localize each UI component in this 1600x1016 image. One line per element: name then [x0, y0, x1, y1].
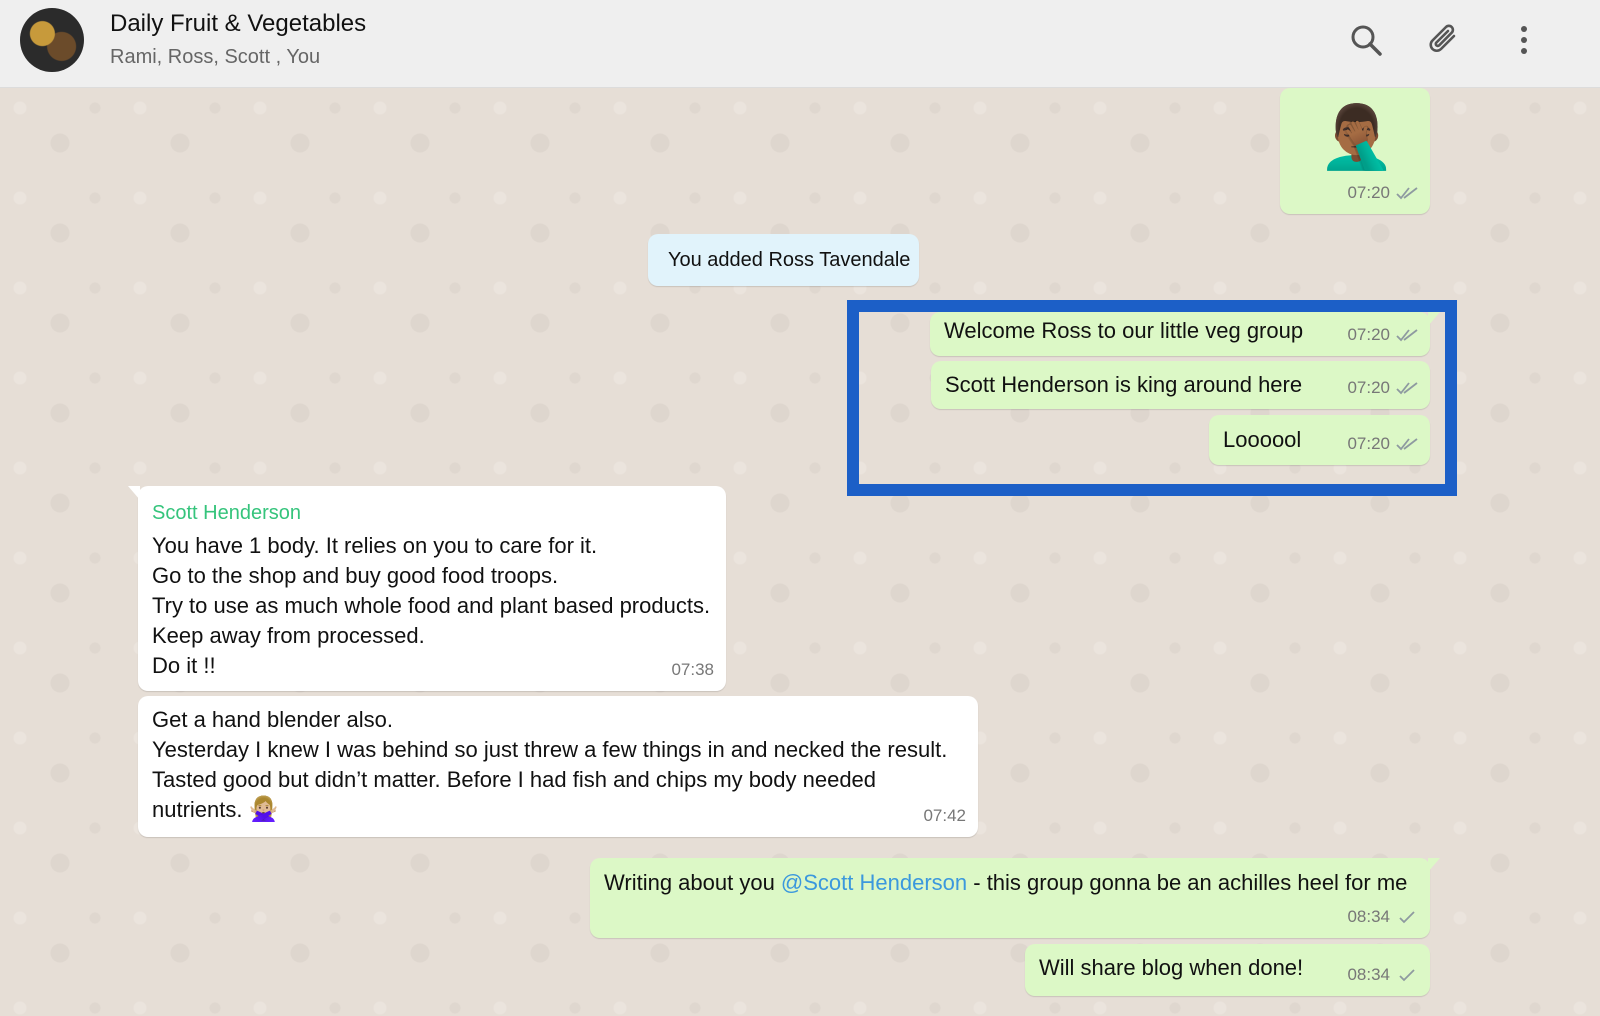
message-outgoing[interactable]: Will share blog when done! 08:34 — [1025, 944, 1430, 996]
message-incoming[interactable]: Get a hand blender also. Yesterday I kne… — [138, 696, 978, 837]
message-meta: 07:42 — [923, 801, 966, 831]
message-text: Will share blog when done! — [1039, 955, 1304, 980]
message-meta: 07:20 — [1347, 429, 1418, 459]
message-line: Do it !! — [152, 653, 216, 678]
message-time: 08:34 — [1347, 907, 1390, 926]
message-text-part: Writing about you — [604, 870, 781, 895]
message-text: Writing about you @Scott Henderson - thi… — [604, 868, 1407, 898]
message-meta: 08:34 — [1347, 960, 1418, 990]
message-time: 07:20 — [1347, 325, 1390, 344]
search-icon[interactable] — [1348, 22, 1384, 58]
single-check-icon — [1399, 911, 1415, 924]
message-incoming[interactable]: Scott Henderson You have 1 body. It reli… — [128, 486, 726, 691]
message-time: 07:20 — [1347, 378, 1390, 397]
message-meta: 08:34 — [1347, 902, 1418, 932]
message-time: 08:34 — [1347, 965, 1390, 984]
system-message-text: You added Ross Tavendale — [668, 249, 911, 271]
message-line-text: nutrients. — [152, 797, 243, 822]
attach-icon[interactable] — [1426, 22, 1462, 58]
double-check-icon — [1396, 382, 1418, 395]
message-text: Get a hand blender also. Yesterday I kne… — [152, 705, 947, 825]
chat-title[interactable]: Daily Fruit & Vegetables — [110, 10, 366, 38]
message-text: You have 1 body. It relies on you to car… — [152, 531, 710, 681]
message-text: Loooool — [1223, 427, 1302, 452]
message-line: nutrients. 🙅🏼‍♀️ — [152, 795, 947, 825]
facepalm-emoji: 🤦🏾‍♂️ — [1318, 103, 1396, 172]
message-outgoing-emoji[interactable]: 🤦🏾‍♂️ 07:20 — [1280, 88, 1430, 214]
message-outgoing[interactable]: Writing about you @Scott Henderson - thi… — [590, 858, 1440, 938]
message-meta: 07:20 — [1347, 373, 1418, 403]
message-line: Yesterday I knew I was behind so just th… — [152, 737, 948, 762]
message-text-part: - this group gonna be an achilles heel f… — [967, 870, 1408, 895]
message-line: Go to the shop and buy good food troops. — [152, 563, 559, 588]
double-check-icon — [1396, 329, 1418, 342]
message-time: 07:38 — [671, 660, 714, 679]
message-line: Tasted good but didn’t matter. Before I … — [152, 767, 877, 792]
single-check-icon — [1399, 969, 1415, 982]
message-time: 07:20 — [1347, 434, 1390, 453]
message-outgoing[interactable]: Welcome Ross to our little veg group 07:… — [930, 312, 1440, 356]
message-time: 07:42 — [923, 806, 966, 825]
message-time: 07:20 — [1347, 183, 1390, 202]
sender-name[interactable]: Scott Henderson — [152, 498, 301, 528]
gesture-emoji: 🙅🏼‍♀️ — [248, 796, 279, 823]
message-line: Try to use as much whole food and plant … — [152, 593, 711, 618]
message-line: Keep away from processed. — [152, 623, 425, 648]
double-check-icon — [1396, 187, 1418, 200]
message-text: Scott Henderson is king around here — [945, 372, 1303, 397]
message-meta: 07:20 — [1347, 320, 1418, 350]
chat-header: Daily Fruit & Vegetables Rami, Ross, Sco… — [0, 0, 1600, 88]
system-message: You added Ross Tavendale — [648, 234, 919, 286]
message-meta: 07:38 — [671, 655, 714, 685]
message-outgoing[interactable]: Loooool 07:20 — [1209, 415, 1430, 465]
chat-members[interactable]: Rami, Ross, Scott , You — [110, 46, 320, 69]
menu-icon[interactable] — [1506, 22, 1542, 58]
mention-link[interactable]: @Scott Henderson — [781, 870, 967, 895]
group-avatar[interactable] — [20, 8, 84, 72]
message-outgoing[interactable]: Scott Henderson is king around here 07:2… — [931, 361, 1430, 409]
message-text: Welcome Ross to our little veg group — [944, 318, 1304, 343]
message-line: Get a hand blender also. — [152, 707, 393, 732]
message-meta: 07:20 — [1347, 178, 1418, 208]
message-line: You have 1 body. It relies on you to car… — [152, 533, 598, 558]
double-check-icon — [1396, 438, 1418, 451]
